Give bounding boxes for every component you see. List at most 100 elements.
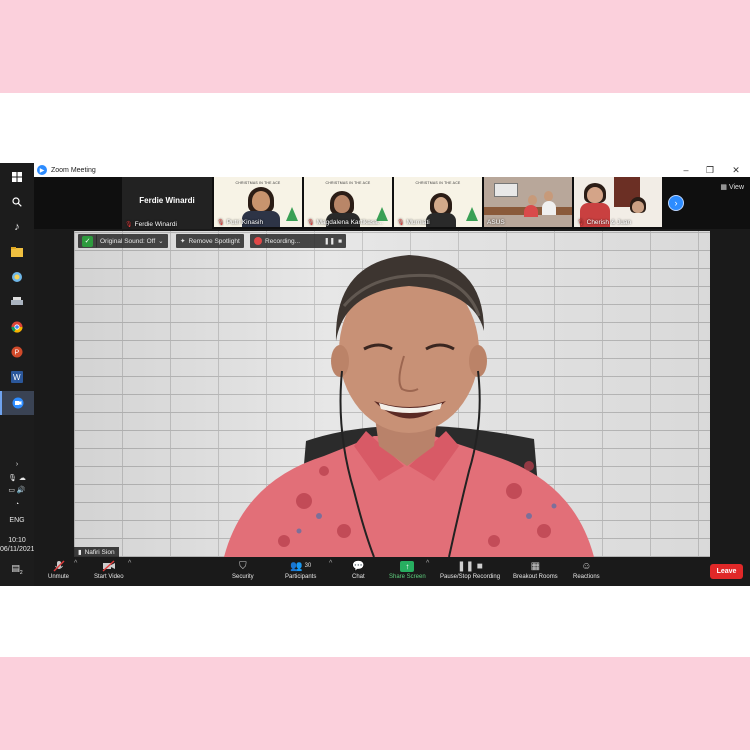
view-button[interactable]: ▦ View xyxy=(720,183,744,191)
person-face xyxy=(434,197,448,213)
participants-button[interactable]: 👥 30 Participants xyxy=(285,559,316,581)
participant-name-text: Putri Kinasih xyxy=(226,219,264,226)
self-display-name: Ferdie Winardi xyxy=(139,196,195,205)
student-face xyxy=(528,195,537,205)
restore-icon[interactable]: ❐ xyxy=(698,163,722,177)
security-button[interactable]: ⛉ Security xyxy=(232,559,254,581)
zoom-window: ▶ Zoom Meeting – ❐ ✕ Ferdie Winardi 🎙 Fer… xyxy=(34,163,750,586)
music-app-icon[interactable]: ♪ xyxy=(6,218,28,236)
tray-icons-row-1[interactable]: 🎙 ☁ xyxy=(0,474,34,483)
slide-banner: CHRISTMAS IN THE ACE xyxy=(325,181,371,185)
svg-text:W: W xyxy=(13,373,21,382)
speaker-name: Nafiri Sion xyxy=(84,548,115,556)
title-bar: ▶ Zoom Meeting – ❐ ✕ xyxy=(34,163,750,177)
participant-name-label: 🎙 Murniati xyxy=(397,219,430,226)
remove-spotlight-label: Remove Spotlight xyxy=(188,237,240,245)
wifi-icon[interactable]: ◔ xyxy=(0,500,34,509)
tray-expand-icon[interactable]: › xyxy=(0,460,34,469)
stop-recording-icon[interactable]: ■ xyxy=(338,238,342,245)
start-video-label: Start Video xyxy=(94,574,124,580)
breakout-rooms-button[interactable]: ▦ Breakout Rooms xyxy=(513,559,558,581)
windows-start-icon[interactable] xyxy=(6,168,28,186)
pause-recording-icon[interactable]: ❚❚ xyxy=(324,237,335,245)
share-screen-icon-wrap: ↑ xyxy=(400,559,415,573)
clock-date[interactable]: 06/11/2021 xyxy=(0,545,35,554)
speaker-figure xyxy=(224,255,594,557)
leave-button[interactable]: Leave xyxy=(710,564,743,579)
reactions-icon: ☺ xyxy=(581,560,592,572)
video-off-icon xyxy=(102,559,116,573)
mic-muted-icon: 🎙 xyxy=(307,220,315,226)
original-sound-button[interactable]: ✓ xyxy=(78,234,97,248)
participant-tile-cherish-juan[interactable]: 🎙 Cherish & Juan xyxy=(574,177,662,227)
participants-options-caret[interactable]: ^ xyxy=(329,560,332,567)
tray-icons-row-2[interactable]: ▭ 🔊 xyxy=(0,486,34,495)
start-video-button[interactable]: Start Video xyxy=(94,559,124,580)
participant-name-text: ASUS xyxy=(487,219,505,226)
share-screen-label: Share Screen xyxy=(389,574,426,580)
unmute-button[interactable]: Unmute xyxy=(48,559,69,580)
slide-banner: CHRISTMAS IN THE ACE xyxy=(415,181,461,185)
close-icon[interactable]: ✕ xyxy=(724,163,748,177)
audio-options-caret[interactable]: ^ xyxy=(74,560,77,567)
reactions-label: Reactions xyxy=(573,574,600,580)
participants-icon: 👥 30 xyxy=(290,560,312,572)
participants-count: 30 xyxy=(304,563,312,569)
chrome-icon[interactable] xyxy=(6,318,28,336)
person-body xyxy=(426,213,456,227)
video-options-caret[interactable]: ^ xyxy=(128,560,131,567)
unmute-label: Unmute xyxy=(48,574,70,580)
participant-tile-murniati[interactable]: CHRISTMAS IN THE ACE 🎙 Murniati xyxy=(394,177,482,227)
self-video-tile[interactable]: Ferdie Winardi 🎙 Ferdie Winardi xyxy=(122,177,212,229)
main-speaker-video[interactable]: ✓ Original Sound: Off ⌄ ✦ Remove Spotlig… xyxy=(74,231,710,557)
christmas-tree-icon xyxy=(286,207,298,221)
speaker-name-tag: ▮ Nafiri Sion xyxy=(74,547,119,557)
gallery-next-button[interactable]: › xyxy=(668,195,684,211)
pause-stop-icon: ❚❚ ■ xyxy=(457,560,483,572)
spotlight-icon: ✦ xyxy=(180,238,186,245)
language-indicator[interactable]: ENG xyxy=(0,516,34,525)
participant-name-label: 🎙 Magdalena Kartikasa... xyxy=(307,219,383,226)
recording-label: Recording... xyxy=(265,237,301,245)
participant-name-label: 🎙 Putri Kinasih xyxy=(217,219,263,226)
reactions-button[interactable]: ☺ Reactions xyxy=(573,559,600,581)
participant-name-text: Magdalena Kartikasa... xyxy=(316,219,384,226)
minimize-icon[interactable]: – xyxy=(674,163,698,177)
student-body xyxy=(542,201,556,215)
browser-app-icon[interactable] xyxy=(6,268,28,286)
clock-time[interactable]: 10:10 xyxy=(0,536,34,545)
signal-bars-icon: ▮ xyxy=(78,549,82,556)
participant-tile-magdalena[interactable]: CHRISTMAS IN THE ACE 🎙 Magdalena Kartikas… xyxy=(304,177,392,227)
participant-tile-putri[interactable]: CHRISTMAS IN THE ACE 🎙 Putri Kinasih xyxy=(214,177,302,227)
student-face xyxy=(544,191,553,201)
person-face xyxy=(252,191,270,211)
shield-icon: ✓ xyxy=(82,235,93,247)
printer-app-icon[interactable] xyxy=(6,293,28,311)
share-screen-button[interactable]: ↑ Share Screen xyxy=(389,559,426,580)
zoom-taskbar-icon[interactable] xyxy=(0,391,34,415)
share-options-caret[interactable]: ^ xyxy=(426,560,429,567)
mic-muted-icon: 🎙 xyxy=(397,220,405,226)
powerpoint-icon[interactable]: P xyxy=(6,343,28,361)
top-pink-band xyxy=(0,0,750,93)
search-icon[interactable] xyxy=(6,193,28,211)
svg-text:P: P xyxy=(15,350,20,357)
person-face xyxy=(334,195,350,213)
original-sound-toggle[interactable]: Original Sound: Off ⌄ xyxy=(96,234,168,248)
person-face xyxy=(587,187,603,203)
chat-label: Chat xyxy=(352,574,365,580)
notification-icon[interactable]: ▤2 xyxy=(0,564,34,578)
view-label: View xyxy=(728,184,744,191)
word-icon[interactable]: W xyxy=(6,368,28,386)
microphone-muted-icon xyxy=(53,559,65,573)
remove-spotlight-button[interactable]: ✦ Remove Spotlight xyxy=(176,234,244,248)
participant-tile-asus[interactable]: ASUS xyxy=(484,177,572,227)
pause-stop-recording-button[interactable]: ❚❚ ■ Pause/Stop Recording xyxy=(440,559,500,581)
chat-button[interactable]: 💬 Chat xyxy=(352,559,365,581)
security-label: Security xyxy=(232,574,254,580)
participant-name-label: 🎙 Cherish & Juan xyxy=(577,219,631,226)
mic-muted-icon: 🎙 xyxy=(125,222,133,228)
christmas-tree-icon xyxy=(466,207,478,221)
meeting-toolbar: Unmute ^ Start Video ^ ⛉ Security 👥 30 Pa… xyxy=(34,557,750,586)
file-explorer-icon[interactable] xyxy=(6,243,28,261)
